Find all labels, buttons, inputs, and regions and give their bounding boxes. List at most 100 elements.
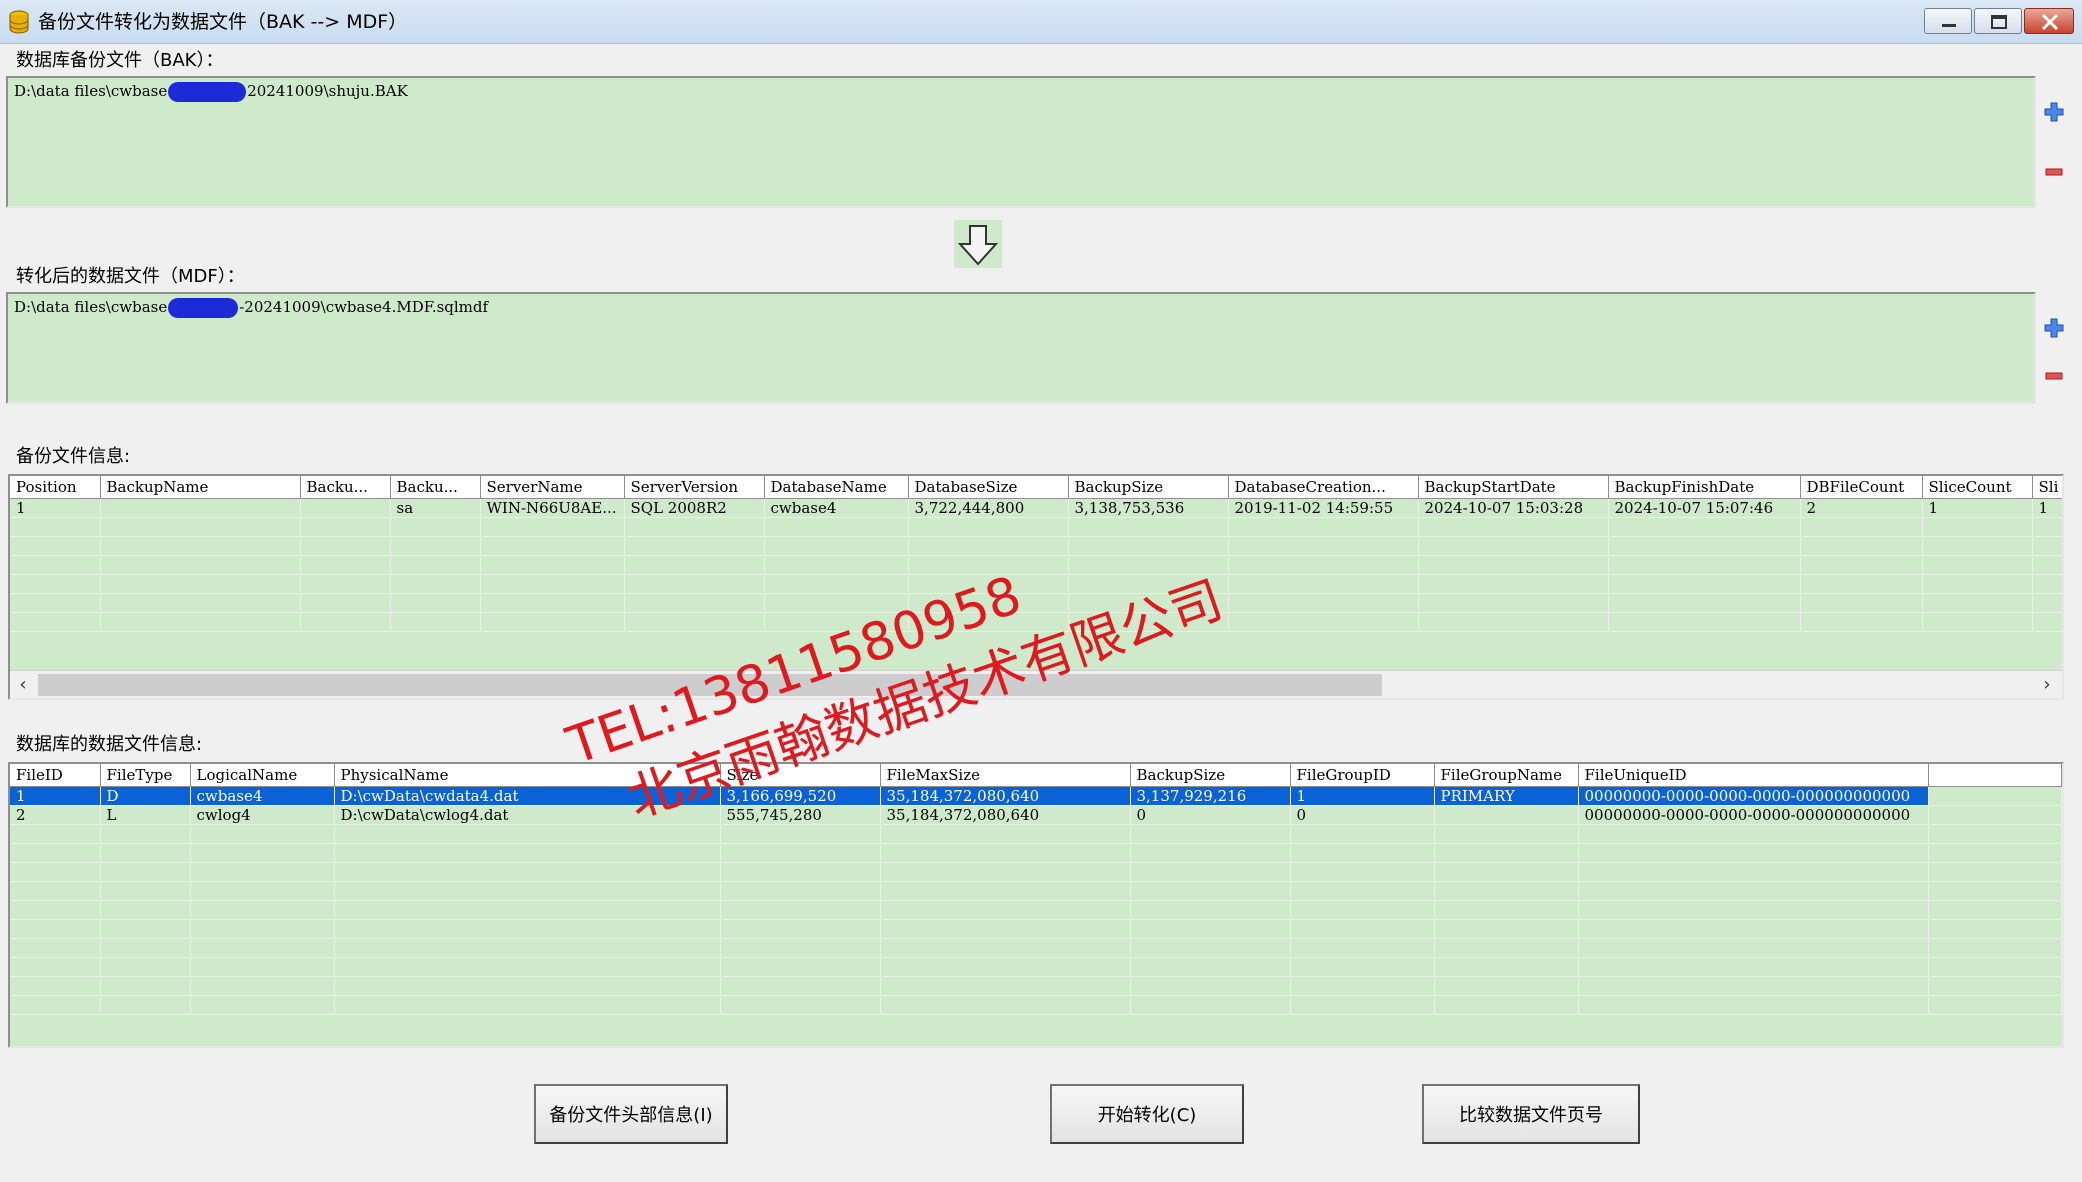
- table-cell: [300, 574, 391, 594]
- maximize-icon: [1991, 15, 2007, 29]
- table-row[interactable]: [10, 881, 2062, 901]
- table-cell: 3,138,753,536: [1068, 498, 1229, 518]
- table-cell: 00000000-0000-0000-0000-000000000000: [1578, 786, 1929, 806]
- table-cell-filler: [1928, 824, 2062, 844]
- close-button[interactable]: [2024, 8, 2074, 34]
- table-cell: [1434, 938, 1579, 958]
- table-cell: [334, 995, 721, 1015]
- table-row[interactable]: 2 Lcwlog4 D:\cwData\cwlog4.dat 555,745,280 3…: [10, 805, 2062, 825]
- column-header[interactable]: DBFileCount: [1800, 476, 1923, 499]
- table-cell: [10, 862, 101, 882]
- column-header[interactable]: DatabaseName: [764, 476, 909, 499]
- table-row[interactable]: [10, 919, 2062, 939]
- column-header[interactable]: ServerName: [480, 476, 625, 499]
- table-cell: [190, 843, 335, 863]
- table-row[interactable]: [10, 995, 2062, 1015]
- bak-path-field[interactable]: D:\data files\cwbase 20241009\shuju.BAK: [6, 76, 2036, 208]
- table-cell: sa: [390, 498, 481, 518]
- mdf-path-field[interactable]: D:\data files\cwbase -20241009\cwbase4.MD…: [6, 292, 2036, 404]
- table-cell: [1418, 555, 1609, 575]
- column-header[interactable]: LogicalName: [190, 764, 335, 787]
- file-info-grid[interactable]: FileID FileType LogicalName PhysicalName Siz…: [8, 762, 2064, 1048]
- table-row[interactable]: 1 Dcwbase4 D:\cwData\cwdata4.dat 3,166,699,…: [10, 786, 2062, 806]
- table-cell-filler: [1928, 957, 2062, 977]
- table-cell: [1290, 995, 1435, 1015]
- column-header[interactable]: BackupName: [100, 476, 301, 499]
- table-row[interactable]: [10, 517, 2062, 537]
- close-icon: [2041, 13, 2059, 31]
- table-cell: [1130, 824, 1291, 844]
- column-header[interactable]: Sli: [2032, 476, 2062, 499]
- start-convert-button[interactable]: 开始转化(C): [1050, 1084, 1244, 1144]
- table-row[interactable]: [10, 976, 2062, 996]
- table-cell: cwbase4: [190, 786, 335, 806]
- column-header[interactable]: FileGroupID: [1290, 764, 1435, 787]
- table-cell: [720, 976, 881, 996]
- column-header[interactable]: FileGroupName: [1434, 764, 1579, 787]
- table-row[interactable]: 1 sa WIN-N66U8AE... SQL 2008R2 cwbase4 3,722,…: [10, 498, 2062, 518]
- table-cell: [300, 498, 391, 518]
- table-row[interactable]: [10, 862, 2062, 882]
- column-header[interactable]: Backu...: [390, 476, 481, 499]
- table-cell: [1130, 976, 1291, 996]
- add-mdf-icon[interactable]: [2043, 317, 2065, 339]
- table-cell: [624, 574, 765, 594]
- column-header[interactable]: FileID: [10, 764, 101, 787]
- table-cell: [1290, 976, 1435, 996]
- column-header[interactable]: FileUniqueID: [1578, 764, 1929, 787]
- table-cell: [1800, 574, 1923, 594]
- column-header[interactable]: DatabaseSize: [908, 476, 1069, 499]
- remove-bak-icon[interactable]: [2043, 161, 2065, 183]
- table-cell: 0: [1130, 805, 1291, 825]
- table-row[interactable]: [10, 938, 2062, 958]
- column-header[interactable]: BackupSize: [1130, 764, 1291, 787]
- table-cell: [1434, 919, 1579, 939]
- table-row[interactable]: [10, 900, 2062, 920]
- table-cell: 35,184,372,080,640: [880, 786, 1131, 806]
- window-title: 备份文件转化为数据文件（BAK --> MDF）: [38, 11, 408, 33]
- bak-label: 数据库备份文件（BAK）：: [16, 50, 224, 71]
- table-cell-filler: [1928, 900, 2062, 920]
- maximize-button[interactable]: [1974, 8, 2022, 34]
- table-cell: [190, 900, 335, 920]
- table-cell: [908, 517, 1069, 537]
- minimize-button[interactable]: [1924, 8, 1972, 34]
- add-bak-icon[interactable]: [2043, 101, 2065, 123]
- column-header[interactable]: FileMaxSize: [880, 764, 1131, 787]
- table-cell: WIN-N66U8AE...: [480, 498, 625, 518]
- table-cell: [10, 957, 101, 977]
- column-header[interactable]: BackupFinishDate: [1608, 476, 1801, 499]
- scroll-left-icon[interactable]: ‹: [12, 674, 34, 696]
- table-cell-filler: [1928, 805, 2062, 825]
- header-info-button[interactable]: 备份文件头部信息(I): [534, 1084, 728, 1144]
- scroll-right-icon[interactable]: ›: [2036, 674, 2058, 696]
- column-header[interactable]: Backu...: [300, 476, 391, 499]
- table-cell: [1434, 957, 1579, 977]
- table-cell: [1130, 843, 1291, 863]
- table-cell: [10, 517, 101, 537]
- table-cell: [624, 555, 765, 575]
- table-cell: [1578, 938, 1929, 958]
- column-header[interactable]: Position: [10, 476, 101, 499]
- title-bar[interactable]: 备份文件转化为数据文件（BAK --> MDF）: [0, 0, 2082, 44]
- column-header[interactable]: BackupSize: [1068, 476, 1229, 499]
- column-header[interactable]: SliceCount: [1922, 476, 2033, 499]
- table-row[interactable]: [10, 843, 2062, 863]
- table-row[interactable]: [10, 957, 2062, 977]
- table-cell: [1800, 517, 1923, 537]
- remove-mdf-icon[interactable]: [2043, 365, 2065, 387]
- table-row[interactable]: [10, 536, 2062, 556]
- table-cell: [190, 976, 335, 996]
- table-cell: [880, 881, 1131, 901]
- table-row[interactable]: [10, 824, 2062, 844]
- convert-arrow: [954, 220, 1002, 268]
- column-header[interactable]: DatabaseCreation...: [1228, 476, 1419, 499]
- table-cell: [1800, 536, 1923, 556]
- column-header[interactable]: FileType: [100, 764, 191, 787]
- table-cell: [390, 555, 481, 575]
- table-cell-filler: [1928, 995, 2062, 1015]
- table-cell: [1800, 593, 1923, 613]
- compare-pages-button[interactable]: 比较数据文件页号: [1422, 1084, 1640, 1144]
- column-header[interactable]: ServerVersion: [624, 476, 765, 499]
- column-header[interactable]: BackupStartDate: [1418, 476, 1609, 499]
